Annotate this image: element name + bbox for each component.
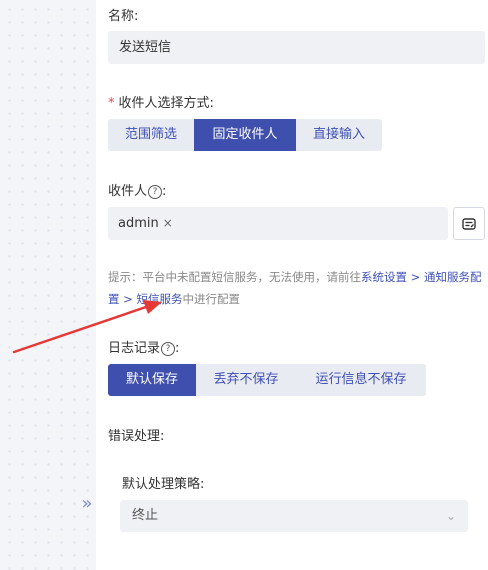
default-strategy-label: 默认处理策略: — [122, 477, 205, 492]
default-strategy-select[interactable]: 终止 ⌄ — [120, 500, 468, 532]
option-no-runtime-info[interactable]: 运行信息不保存 — [296, 364, 426, 396]
remove-tag-icon[interactable]: × — [163, 216, 173, 230]
recipients-select[interactable]: admin × — [108, 207, 448, 240]
error-handling-label: 错误处理: — [108, 429, 165, 444]
chevron-down-icon: ⌄ — [445, 509, 456, 523]
recipient-tag-text: admin — [118, 216, 159, 231]
left-sidebar-strip — [0, 0, 96, 570]
hint-separator-1: > — [407, 270, 424, 284]
log-label-text: 日志记录 — [108, 341, 161, 356]
hint-suffix: 中进行配置 — [182, 292, 240, 306]
contact-picker-button[interactable] — [453, 207, 485, 240]
log-label: 日志记录?: — [108, 340, 179, 358]
sms-service-hint: 提示：平台中未配置短信服务，无法使用，请前往系统设置 > 通知服务配置 > 短信… — [108, 266, 486, 310]
hint-separator-2: > — [119, 292, 137, 306]
recipient-mode-label-text: 收件人选择方式: — [118, 96, 214, 111]
default-strategy-value: 终止 — [132, 508, 159, 523]
help-icon[interactable]: ? — [161, 342, 176, 356]
expand-sidebar-icon[interactable]: » — [78, 494, 96, 514]
recipient-mode-segmented: 范围筛选 固定收件人 直接输入 — [108, 119, 382, 151]
option-direct-input[interactable]: 直接输入 — [296, 119, 382, 151]
required-mark: * — [108, 96, 115, 111]
option-default-save[interactable]: 默认保存 — [108, 364, 196, 396]
log-label-suffix: : — [175, 341, 180, 356]
option-discard[interactable]: 丢弃不保存 — [196, 364, 296, 396]
recipient-tag: admin × — [118, 215, 173, 232]
address-book-icon — [462, 217, 476, 230]
recipients-label-suffix: : — [162, 184, 167, 199]
name-label: 名称: — [108, 9, 139, 24]
link-system-settings[interactable]: 系统设置 — [361, 270, 407, 284]
option-fixed-recipient[interactable]: 固定收件人 — [194, 119, 296, 151]
recipients-label-text: 收件人 — [108, 184, 148, 199]
link-sms-service[interactable]: 短信服务 — [136, 292, 182, 306]
recipient-mode-label: * 收件人选择方式: — [108, 95, 214, 113]
name-input[interactable]: 发送短信 — [108, 31, 485, 64]
help-icon[interactable]: ? — [148, 185, 163, 199]
log-mode-segmented: 默认保存 丢弃不保存 运行信息不保存 — [108, 364, 426, 396]
node-config-form: 名称: 发送短信 * 收件人选择方式: 范围筛选 固定收件人 直接输入 收件人?:… — [108, 0, 486, 570]
recipients-label: 收件人?: — [108, 183, 166, 201]
option-range-filter[interactable]: 范围筛选 — [108, 119, 194, 151]
hint-prefix: 提示：平台中未配置短信服务，无法使用，请前往 — [108, 270, 361, 284]
